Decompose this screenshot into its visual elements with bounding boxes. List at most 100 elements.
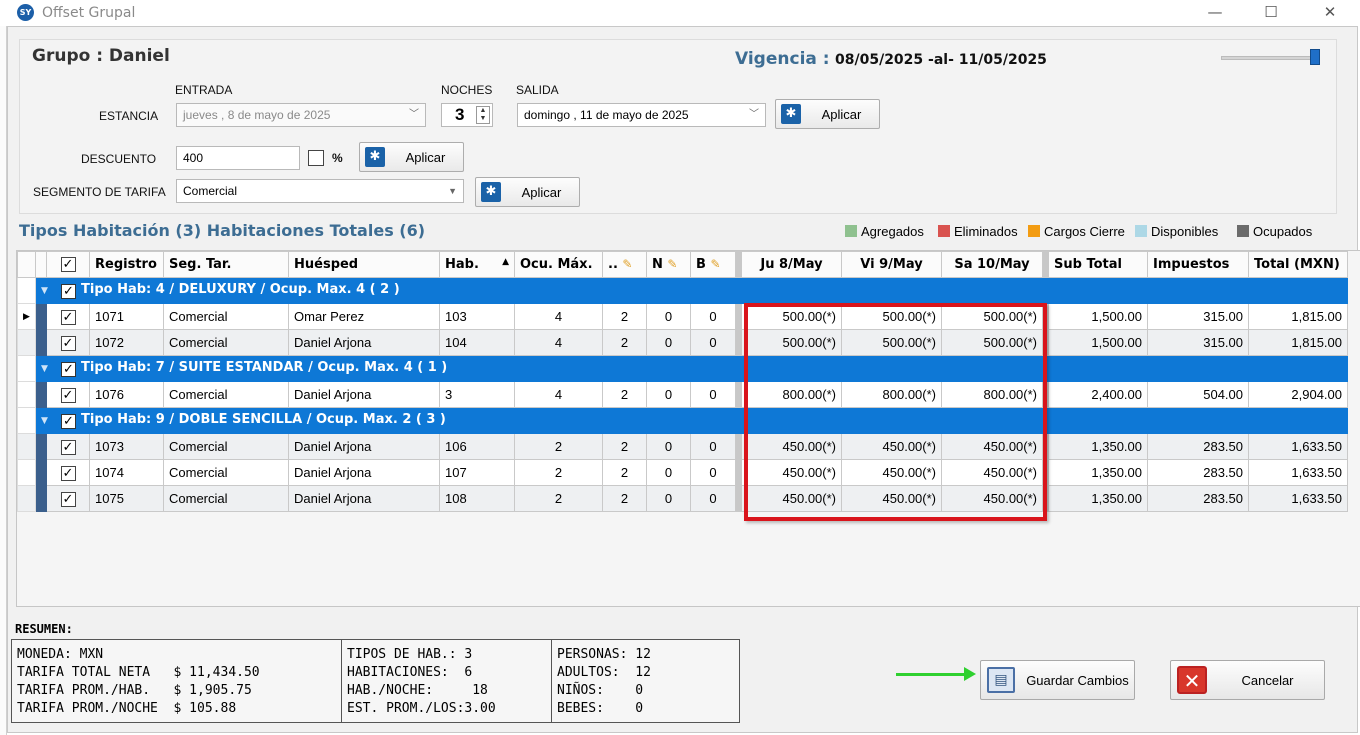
rate-day-1-cell[interactable]: 450.00(*) (741, 485, 842, 512)
adults-cell[interactable]: 2 (602, 329, 647, 356)
seg-tar-cell[interactable]: Comercial (163, 303, 289, 330)
sub-total-cell[interactable]: 1,350.00 (1048, 433, 1148, 460)
col-day-1[interactable]: Ju 8/May (741, 251, 842, 278)
group-checkbox[interactable]: ✓ (61, 362, 76, 377)
percent-checkbox[interactable] (308, 150, 324, 166)
salida-date-picker[interactable]: domingo , 11 de mayo de 2025 ﹀ (517, 103, 766, 127)
rate-day-3-cell[interactable]: 450.00(*) (941, 485, 1043, 512)
col-sub-total[interactable]: Sub Total (1048, 251, 1148, 278)
rate-day-2-cell[interactable]: 500.00(*) (841, 303, 942, 330)
group-header-cell[interactable]: ▼ ✓ Tipo Hab: 4 / DELUXURY / Ocup. Max. 4 … (35, 277, 1348, 304)
total-cell[interactable]: 1,633.50 (1248, 485, 1348, 512)
ninos-cell[interactable]: 0 (646, 329, 691, 356)
ninos-cell[interactable]: 0 (646, 381, 691, 408)
table-row[interactable]: ▶ ✓ 1071 Comercial Omar Perez 103 4 2 0 0 500.00(*… (17, 303, 1348, 330)
apply-discount-button[interactable]: ✱ Aplicar (359, 142, 464, 172)
rate-day-3-cell[interactable]: 450.00(*) (941, 459, 1043, 486)
col-ocu-max[interactable]: Ocu. Máx. (514, 251, 603, 278)
zoom-slider-track[interactable] (1221, 56, 1316, 60)
huesped-cell[interactable]: Daniel Arjona (288, 459, 440, 486)
registro-cell[interactable]: 1075 (89, 485, 164, 512)
row-checkbox[interactable]: ✓ (46, 303, 90, 330)
group-row[interactable]: ▼ ✓ Tipo Hab: 7 / SUITE ESTANDAR / Ocup. M… (17, 355, 1348, 382)
col-ninos[interactable]: N ✎ (646, 251, 691, 278)
rate-day-2-cell[interactable]: 450.00(*) (841, 433, 942, 460)
huesped-cell[interactable]: Daniel Arjona (288, 329, 440, 356)
total-cell[interactable]: 1,815.00 (1248, 329, 1348, 356)
ocu-max-cell[interactable]: 4 (514, 329, 603, 356)
impuestos-cell[interactable]: 315.00 (1147, 303, 1249, 330)
adults-cell[interactable]: 2 (602, 485, 647, 512)
noches-stepper[interactable]: 3 ▲ ▼ (441, 103, 493, 127)
rate-day-2-cell[interactable]: 800.00(*) (841, 381, 942, 408)
row-checkbox[interactable]: ✓ (46, 459, 90, 486)
group-checkbox[interactable]: ✓ (61, 414, 76, 429)
segmento-select[interactable]: Comercial ▼ (176, 179, 464, 203)
rate-day-1-cell[interactable]: 450.00(*) (741, 459, 842, 486)
hab-cell[interactable]: 107 (439, 459, 515, 486)
col-total[interactable]: Total (MXN) (1248, 251, 1348, 278)
ninos-cell[interactable]: 0 (646, 433, 691, 460)
maximize-button[interactable]: ☐ (1251, 0, 1291, 26)
sub-total-cell[interactable]: 1,350.00 (1048, 485, 1148, 512)
col-bebes[interactable]: B ✎ (690, 251, 736, 278)
bebes-cell[interactable]: 0 (690, 433, 736, 460)
total-cell[interactable]: 2,904.00 (1248, 381, 1348, 408)
ninos-cell[interactable]: 0 (646, 303, 691, 330)
col-hab[interactable]: Hab. ▲ (439, 251, 515, 278)
impuestos-cell[interactable]: 504.00 (1147, 381, 1249, 408)
hab-cell[interactable]: 103 (439, 303, 515, 330)
registro-cell[interactable]: 1074 (89, 459, 164, 486)
impuestos-cell[interactable]: 283.50 (1147, 459, 1249, 486)
rate-day-2-cell[interactable]: 450.00(*) (841, 485, 942, 512)
collapse-chevron-icon[interactable]: ▼ (41, 286, 61, 296)
rate-day-3-cell[interactable]: 500.00(*) (941, 303, 1043, 330)
total-cell[interactable]: 1,633.50 (1248, 459, 1348, 486)
entrada-date-picker[interactable]: jueves , 8 de mayo de 2025 ﹀ (176, 103, 426, 127)
row-checkbox[interactable]: ✓ (46, 381, 90, 408)
save-changes-button[interactable]: ▤ Guardar Cambios (980, 660, 1135, 700)
col-registro[interactable]: Registro (89, 251, 164, 278)
rate-day-3-cell[interactable]: 500.00(*) (941, 329, 1043, 356)
hab-cell[interactable]: 108 (439, 485, 515, 512)
ocu-max-cell[interactable]: 2 (514, 459, 603, 486)
collapse-chevron-icon[interactable]: ▼ (41, 364, 61, 374)
seg-tar-cell[interactable]: Comercial (163, 485, 289, 512)
group-header-cell[interactable]: ▼ ✓ Tipo Hab: 7 / SUITE ESTANDAR / Ocup. M… (35, 355, 1348, 382)
rate-day-3-cell[interactable]: 800.00(*) (941, 381, 1043, 408)
select-all-checkbox[interactable]: ✓ (46, 251, 90, 278)
seg-tar-cell[interactable]: Comercial (163, 433, 289, 460)
rate-day-1-cell[interactable]: 450.00(*) (741, 433, 842, 460)
col-adults[interactable]: .. ✎ (602, 251, 647, 278)
col-day-3[interactable]: Sa 10/May (941, 251, 1043, 278)
table-row[interactable]: ✓ 1074 Comercial Daniel Arjona 107 2 2 0 0 450.00… (17, 459, 1348, 486)
row-checkbox[interactable]: ✓ (46, 433, 90, 460)
rate-day-3-cell[interactable]: 450.00(*) (941, 433, 1043, 460)
row-checkbox[interactable]: ✓ (46, 485, 90, 512)
spin-arrows-icon[interactable]: ▲ ▼ (476, 106, 490, 124)
table-row[interactable]: ✓ 1076 Comercial Daniel Arjona 3 4 2 0 0 800.00(*… (17, 381, 1348, 408)
group-checkbox[interactable]: ✓ (61, 284, 76, 299)
ninos-cell[interactable]: 0 (646, 485, 691, 512)
close-button[interactable]: ✕ (1310, 0, 1350, 26)
rate-day-1-cell[interactable]: 800.00(*) (741, 381, 842, 408)
ocu-max-cell[interactable]: 2 (514, 433, 603, 460)
sub-total-cell[interactable]: 2,400.00 (1048, 381, 1148, 408)
table-row[interactable]: ✓ 1072 Comercial Daniel Arjona 104 4 2 0 0 500.00… (17, 329, 1348, 356)
bebes-cell[interactable]: 0 (690, 381, 736, 408)
rate-day-1-cell[interactable]: 500.00(*) (741, 329, 842, 356)
seg-tar-cell[interactable]: Comercial (163, 329, 289, 356)
group-header-cell[interactable]: ▼ ✓ Tipo Hab: 9 / DOBLE SENCILLA / Ocup. M… (35, 407, 1348, 434)
huesped-cell[interactable]: Omar Perez (288, 303, 440, 330)
group-row[interactable]: ▼ ✓ Tipo Hab: 4 / DELUXURY / Ocup. Max. 4 … (17, 277, 1348, 304)
cancel-button[interactable]: ✕ Cancelar (1170, 660, 1325, 700)
col-day-2[interactable]: Vi 9/May (841, 251, 942, 278)
registro-cell[interactable]: 1072 (89, 329, 164, 356)
seg-tar-cell[interactable]: Comercial (163, 381, 289, 408)
hab-cell[interactable]: 106 (439, 433, 515, 460)
bebes-cell[interactable]: 0 (690, 303, 736, 330)
registro-cell[interactable]: 1076 (89, 381, 164, 408)
impuestos-cell[interactable]: 283.50 (1147, 485, 1249, 512)
apply-segment-button[interactable]: ✱ Aplicar (475, 177, 580, 207)
rate-day-2-cell[interactable]: 450.00(*) (841, 459, 942, 486)
